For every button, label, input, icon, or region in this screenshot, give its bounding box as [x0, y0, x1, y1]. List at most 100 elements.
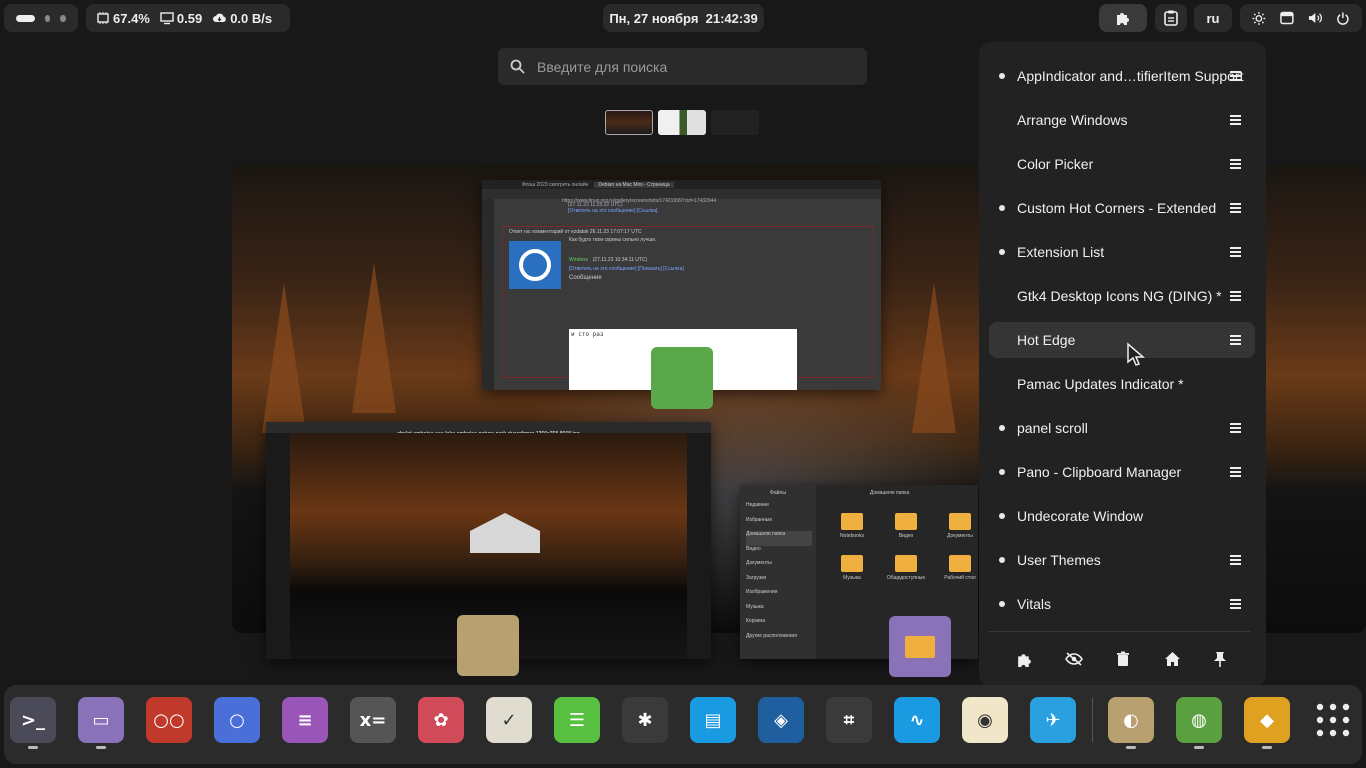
extension-row[interactable]: Gtk4 Desktop Icons NG (DING) * [989, 278, 1255, 314]
bee-app[interactable]: ✱ [622, 697, 668, 743]
chalet-house [470, 513, 540, 553]
preferences-menu-icon[interactable] [1230, 555, 1241, 565]
extension-row[interactable]: panel scroll [989, 410, 1255, 446]
extension-row[interactable]: Vitals [989, 586, 1255, 622]
notes-app[interactable]: ▤ [690, 697, 736, 743]
extension-row[interactable]: Custom Hot Corners - Extended [989, 190, 1255, 226]
active-workspace-pill[interactable] [16, 14, 35, 22]
extension-row[interactable]: User Themes [989, 542, 1255, 578]
package-app[interactable]: ⌗ [826, 697, 872, 743]
image-viewer-running-icon: ◐ [1123, 709, 1139, 731]
mindmap-app[interactable]: ☰ [554, 697, 600, 743]
files-sidebar-item[interactable]: Загрузки [746, 575, 812, 590]
extension-row[interactable]: Arrange Windows [989, 102, 1255, 138]
show-apps-button[interactable] [1310, 697, 1356, 743]
search-bar[interactable] [498, 48, 867, 85]
keyboard-layout[interactable]: ru [1194, 4, 1232, 32]
workspace-dot[interactable] [60, 14, 67, 22]
vitals-indicator[interactable]: 67.4% 0.59 0.0 B/s [86, 4, 290, 32]
files-window-icon [889, 616, 951, 677]
ghost-app[interactable]: ◉ [962, 697, 1008, 743]
image-viewer-app[interactable]: ✿ [418, 697, 464, 743]
folder-icon [895, 555, 917, 572]
preferences-menu-icon[interactable] [1230, 115, 1241, 125]
folder-item[interactable]: Общедоступные [886, 555, 926, 581]
preferences-menu-icon[interactable] [1230, 247, 1241, 257]
preferences-menu-icon[interactable] [1230, 599, 1241, 609]
delete-button[interactable] [1112, 648, 1134, 670]
calculator-app[interactable]: x= [350, 697, 396, 743]
workspace-thumbnail-2[interactable] [658, 110, 706, 135]
home-icon [1164, 652, 1180, 666]
extension-row[interactable]: Pamac Updates Indicator * [989, 366, 1255, 402]
preferences-menu-icon[interactable] [1230, 203, 1241, 213]
folder-item[interactable]: Музыка [832, 555, 872, 581]
extension-row[interactable]: Pano - Clipboard Manager [989, 454, 1255, 490]
folder-item[interactable]: Notebooks [832, 513, 872, 539]
clipboard-app[interactable]: ✓ [486, 697, 532, 743]
folder-label: Музыка [843, 575, 861, 581]
workspace-indicator[interactable] [4, 4, 78, 32]
maps-app[interactable]: ◍ [1176, 697, 1222, 743]
folder-item[interactable]: Видео [886, 513, 926, 539]
search-input[interactable] [535, 57, 839, 76]
enabled-dot-icon [999, 73, 1005, 79]
extensions-button[interactable] [1099, 4, 1147, 32]
extension-row[interactable]: Extension List [989, 234, 1255, 270]
browser-sidebar [482, 199, 494, 390]
files-sidebar-item[interactable]: Другие расположения [746, 633, 812, 648]
text-editor-app[interactable]: ≡ [282, 697, 328, 743]
files-sidebar-item[interactable]: Изображения [746, 589, 812, 604]
files-sidebar-item[interactable]: Недавние [746, 502, 812, 517]
browser-tab[interactable]: Флэш 2023 смотреть онлайн [522, 182, 588, 188]
running-indicator [1126, 746, 1136, 749]
workspace-thumbnail-3[interactable] [711, 110, 759, 135]
extension-row[interactable]: Color Picker [989, 146, 1255, 182]
files-app[interactable]: ▭ [78, 697, 124, 743]
folder-icon [949, 555, 971, 572]
browser-tab[interactable]: Debian на Mac Mini - Страница [594, 181, 674, 188]
preferences-menu-icon[interactable] [1230, 291, 1241, 301]
extension-row[interactable]: Undecorate Window [989, 498, 1255, 534]
files-sidebar-item[interactable]: Документы [746, 560, 812, 575]
folder-icon [949, 513, 971, 530]
files-sidebar-item[interactable]: Домашняя папка [746, 531, 812, 546]
system-menu[interactable] [1240, 4, 1362, 32]
comment-link[interactable]: [Ответить на это сообщение] [Ссылка] [568, 208, 868, 214]
browser-app[interactable]: ○ [214, 697, 260, 743]
extension-row[interactable]: AppIndicator and…tifierItem Support [989, 58, 1255, 94]
workspace-thumbnail-1[interactable] [605, 110, 653, 135]
workspace-dot[interactable] [44, 14, 51, 22]
extensions-app-button[interactable] [1013, 648, 1035, 670]
terminal-app[interactable]: >_ [10, 697, 56, 743]
files-sidebar-item[interactable]: Видео [746, 546, 812, 561]
preferences-menu-icon[interactable] [1230, 423, 1241, 433]
files-sidebar-item[interactable]: Музыка [746, 604, 812, 619]
author-links[interactable]: [Ответить на это сообщение] [Показать] [… [569, 266, 684, 272]
preferences-menu-icon[interactable] [1230, 335, 1241, 345]
clipboard-indicator[interactable] [1155, 4, 1187, 32]
preferences-menu-icon[interactable] [1230, 71, 1241, 81]
extension-name: panel scroll [1017, 420, 1088, 436]
office-app[interactable]: ○○ [146, 697, 192, 743]
pin-button[interactable] [1209, 648, 1231, 670]
enabled-dot-icon [999, 513, 1005, 519]
image-viewer-running-app[interactable]: ◐ [1108, 697, 1154, 743]
network-value: 0.0 B/s [230, 10, 273, 26]
folder-item[interactable]: Рабочий стол [940, 555, 978, 581]
layers-app[interactable]: ◈ [758, 697, 804, 743]
files-sidebar-item[interactable]: Корзина [746, 618, 812, 633]
folder-item[interactable]: Документы [940, 513, 978, 539]
stack-app[interactable]: ◆ [1244, 697, 1290, 743]
telegram-app[interactable]: ✈ [1030, 697, 1076, 743]
system-monitor-app[interactable]: ∿ [894, 697, 940, 743]
extension-row[interactable]: Hot Edge [989, 322, 1255, 358]
clock[interactable]: Пн, 27 ноября 21:42:39 [603, 4, 764, 32]
clipboard-icon: ✓ [501, 709, 517, 731]
hide-button[interactable] [1063, 648, 1085, 670]
files-sidebar-item[interactable]: Избранные [746, 517, 812, 532]
homepage-button[interactable] [1161, 648, 1183, 670]
preferences-menu-icon[interactable] [1230, 159, 1241, 169]
preferences-menu-icon[interactable] [1230, 467, 1241, 477]
author-name[interactable]: Wirelexx [569, 257, 588, 263]
